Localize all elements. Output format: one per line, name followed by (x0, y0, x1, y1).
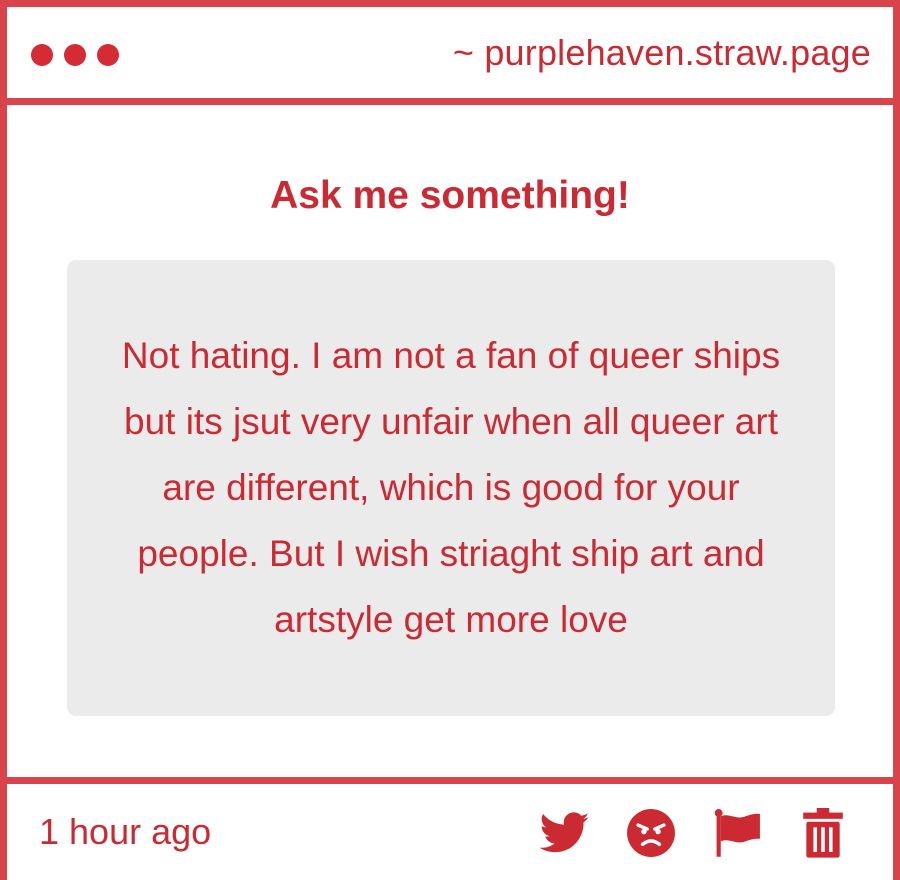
ask-card: ~ purplehaven.straw.page Ask me somethin… (0, 0, 900, 880)
timestamp: 1 hour ago (39, 811, 212, 852)
page-title: Ask me something! (270, 174, 630, 217)
window-dot-1[interactable] (31, 44, 53, 66)
trash-icon (803, 808, 843, 858)
react-button[interactable] (625, 807, 677, 859)
delete-button[interactable] (797, 807, 849, 859)
window-dot-3[interactable] (97, 44, 119, 66)
title-bar: ~ purplehaven.straw.page (7, 7, 893, 105)
page-url[interactable]: ~ purplehaven.straw.page (453, 32, 871, 74)
window-controls (31, 44, 119, 66)
window-dot-2[interactable] (64, 44, 86, 66)
share-twitter-button[interactable] (539, 807, 591, 859)
card-footer: 1 hour ago (7, 777, 893, 880)
report-button[interactable] (711, 807, 763, 859)
question-text: Not hating. I am not a fan of queer ship… (121, 335, 781, 640)
flag-icon (714, 809, 760, 857)
question-box: Not hating. I am not a fan of queer ship… (67, 260, 835, 716)
angry-face-icon (627, 809, 675, 857)
action-bar (539, 807, 849, 859)
twitter-icon (540, 812, 590, 853)
